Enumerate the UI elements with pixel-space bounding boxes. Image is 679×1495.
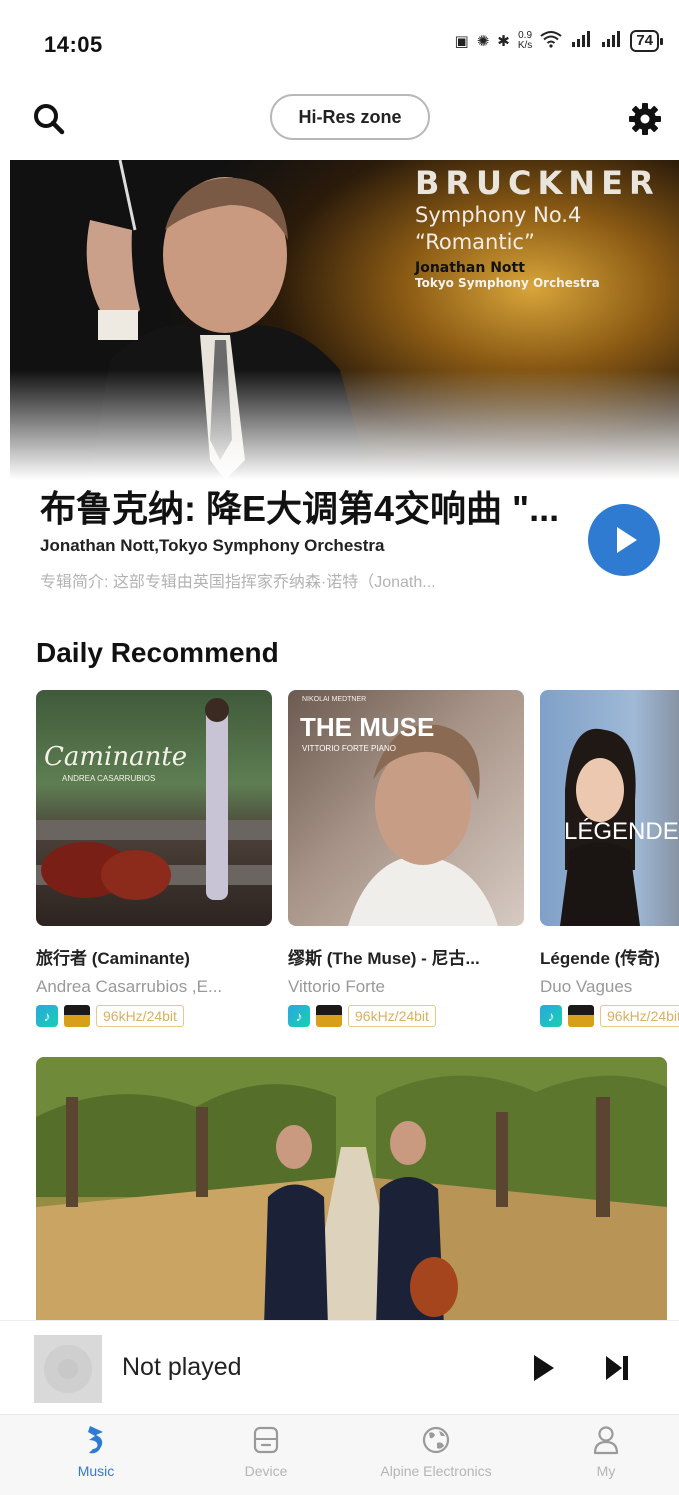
album-title: Légende (传奇) — [540, 949, 660, 968]
music-badge-icon: ♪ — [288, 1005, 310, 1027]
cover-subtitle-muse: VITTORIO FORTE PIANO — [302, 744, 396, 753]
bottom-tab-bar: Music Device Alpine Electronics My — [0, 1414, 679, 1495]
featured-play-button[interactable] — [588, 504, 660, 576]
tab-alpine-electronics[interactable]: Alpine Electronics — [366, 1423, 506, 1493]
mini-player[interactable]: Not played — [0, 1320, 679, 1414]
network-speed-unit: K/s — [517, 40, 533, 51]
album-artist: Duo Vagues — [540, 977, 633, 996]
now-playing-status: Not played — [122, 1353, 242, 1381]
hires-badge-icon — [64, 1005, 90, 1027]
hires-badge-icon — [568, 1005, 594, 1027]
signal-icon-2 — [600, 30, 622, 52]
hires-zone-button[interactable]: Hi-Res zone — [270, 94, 430, 140]
sample-rate-badge: 96kHz/24bit — [348, 1005, 436, 1027]
wifi-icon — [540, 30, 562, 52]
cover-title-caminante: Caminante — [44, 742, 188, 772]
music-badge-icon: ♪ — [540, 1005, 562, 1027]
tab-label: My — [596, 1463, 616, 1479]
play-icon[interactable] — [530, 1351, 560, 1385]
tab-label: Alpine Electronics — [380, 1463, 492, 1479]
featured-album: 布鲁克纳: 降E大调第4交响曲 "... Jonathan Nott,Tokyo… — [0, 470, 679, 610]
network-speed: 0.9 K/s — [518, 31, 532, 51]
top-bar: Hi-Res zone — [0, 92, 679, 144]
battery-indicator: 74 — [630, 30, 663, 52]
featured-description: 专辑简介: 这部专辑由英国指挥家乔纳森·诺特（Jonath... — [40, 574, 436, 591]
album-title: 缪斯 (The Muse) - 尼古... — [288, 949, 480, 968]
featured-title[interactable]: 布鲁克纳: 降E大调第4交响曲 "... — [40, 480, 600, 532]
hero-banner[interactable]: BRUCKNER Symphony No.4 “Romantic” Jonath… — [10, 160, 679, 480]
gear-icon[interactable] — [627, 101, 663, 137]
hero-orchestra: Tokyo Symphony Orchestra — [415, 276, 600, 290]
album-cover[interactable]: Caminante ANDREA CASARRUBIOS — [36, 690, 272, 926]
bluetooth-icon: ✱ — [497, 33, 510, 50]
hires-badge-icon — [316, 1005, 342, 1027]
quality-badges: ♪ 96kHz/24bit — [540, 1005, 679, 1027]
album-artist: Vittorio Forte — [288, 977, 386, 996]
hero-conductor: Jonathan Nott — [415, 260, 525, 276]
album-cover[interactable]: LÉGENDE — [540, 690, 679, 926]
album-card[interactable]: LÉGENDE Légende (传奇) Duo Vagues ♪ 96kHz/… — [540, 690, 679, 1027]
featured-artist: Jonathan Nott,Tokyo Symphony Orchestra — [40, 536, 385, 555]
album-artist: Andrea Casarrubios ,E... — [36, 977, 223, 996]
quality-badges: ♪ 96kHz/24bit — [288, 1005, 524, 1027]
album-card[interactable]: NIKOLAI MEDTNER THE MUSE VITTORIO FORTE … — [288, 690, 524, 1027]
vibrate-icon: ✺ — [476, 33, 490, 50]
tab-device[interactable]: Device — [196, 1423, 336, 1493]
banner-photo — [36, 1057, 667, 1327]
now-playing-cover[interactable] — [34, 1335, 102, 1403]
hero-text: BRUCKNER Symphony No.4 “Romantic” Jonath… — [415, 164, 677, 290]
person-icon — [593, 1426, 619, 1455]
status-icons: ▣ ✺ ✱ 0.9 K/s 74 — [454, 30, 663, 52]
album-card[interactable]: Caminante ANDREA CASARRUBIOS 旅行者 (Camina… — [36, 690, 272, 1027]
album-cover[interactable]: NIKOLAI MEDTNER THE MUSE VITTORIO FORTE … — [288, 690, 524, 926]
music-badge-icon: ♪ — [36, 1005, 58, 1027]
cover-toptext-muse: NIKOLAI MEDTNER — [302, 696, 367, 703]
status-bar: 14:05 ▣ ✺ ✱ 0.9 K/s 74 — [0, 0, 679, 90]
device-icon — [253, 1426, 279, 1454]
tab-label: Music — [77, 1463, 115, 1479]
status-time: 14:05 — [44, 32, 103, 57]
tab-my[interactable]: My — [536, 1423, 676, 1493]
skip-next-icon[interactable] — [603, 1351, 633, 1385]
cover-subtitle-caminante: ANDREA CASARRUBIOS — [62, 774, 156, 783]
music-note-icon — [88, 1426, 103, 1454]
disc-placeholder-icon — [44, 1345, 92, 1393]
globe-icon — [422, 1426, 450, 1454]
hero-fade — [10, 370, 679, 480]
sample-rate-badge: 96kHz/24bit — [96, 1005, 184, 1027]
album-title: 旅行者 (Caminante) — [36, 949, 190, 968]
cover-title-muse: THE MUSE — [300, 712, 435, 742]
tab-music[interactable]: Music — [26, 1423, 166, 1493]
hero-work: Symphony No.4 — [415, 203, 582, 227]
daily-recommend-list[interactable]: Caminante ANDREA CASARRUBIOS 旅行者 (Camina… — [36, 690, 679, 1035]
nfc-icon: ▣ — [454, 33, 469, 50]
cover-art-caminante — [36, 698, 272, 900]
quality-badges: ♪ 96kHz/24bit — [36, 1005, 272, 1027]
signal-icon-1 — [570, 30, 592, 52]
promo-banner[interactable] — [36, 1057, 667, 1327]
hero-composer: BRUCKNER — [415, 164, 660, 202]
search-icon[interactable] — [32, 102, 66, 136]
cover-art-legende — [560, 728, 640, 926]
hero-nickname: “Romantic” — [415, 230, 535, 254]
tab-label: Device — [244, 1463, 288, 1479]
section-title-daily: Daily Recommend — [36, 637, 279, 668]
cover-title-legende: LÉGENDE — [564, 818, 679, 845]
sample-rate-badge: 96kHz/24bit — [600, 1005, 679, 1027]
